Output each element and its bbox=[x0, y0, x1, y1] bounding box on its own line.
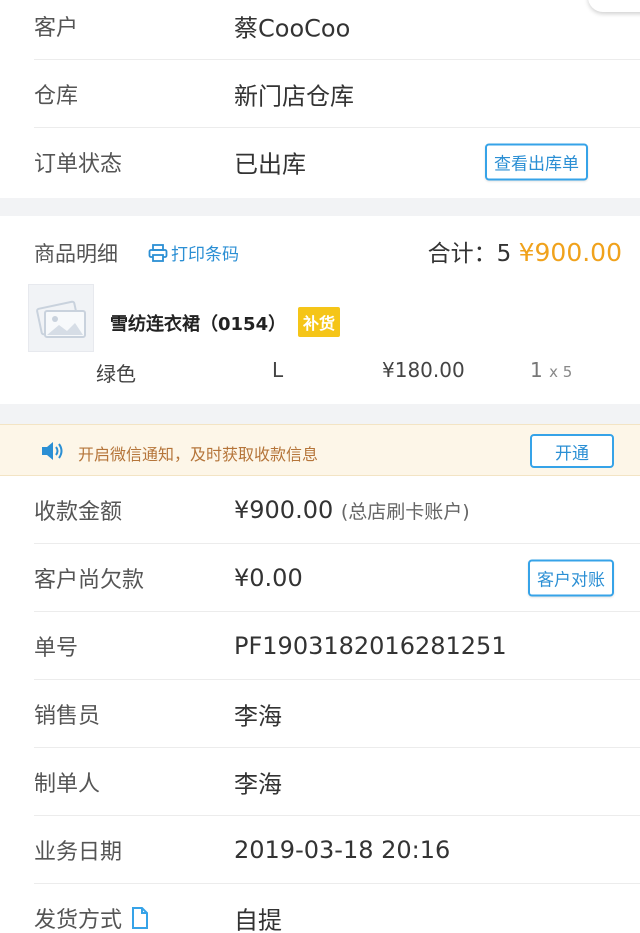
creator-label: 制单人 bbox=[34, 771, 101, 797]
view-delivery-button[interactable]: 查看出库单 bbox=[485, 143, 588, 181]
order-number-label: 单号 bbox=[34, 635, 79, 661]
shipping-row[interactable]: 发货方式 自提 bbox=[34, 884, 640, 933]
total-prefix: 合计：5 bbox=[427, 241, 512, 267]
goods-total: 合计：5 ¥900.00 bbox=[428, 234, 622, 268]
document-icon[interactable] bbox=[131, 906, 149, 930]
print-barcode-label: 打印条码 bbox=[171, 245, 239, 265]
sku-multiplier: x 5 bbox=[549, 363, 573, 381]
speaker-icon bbox=[42, 442, 63, 460]
status-value: 已出库 bbox=[234, 150, 306, 179]
customer-label: 客户 bbox=[34, 15, 79, 41]
amount-label: 收款金额 bbox=[34, 499, 123, 525]
debt-row: 客户尚欠款 ¥0.00 客户对账 bbox=[34, 544, 640, 612]
enable-notification-button[interactable]: 开通 bbox=[530, 434, 614, 468]
creator-row: 制单人 李海 bbox=[34, 748, 640, 816]
warehouse-row: 仓库 新门店仓库 bbox=[34, 60, 640, 128]
amount-account: (总店刷卡账户) bbox=[340, 500, 470, 523]
shipping-label: 发货方式 bbox=[34, 902, 149, 933]
amount-number: ¥900.00 bbox=[234, 495, 334, 524]
image-placeholder-icon bbox=[36, 300, 86, 338]
sku-quantity: 1 x 5 bbox=[530, 358, 572, 382]
sku-color: 绿色 bbox=[96, 362, 136, 386]
warehouse-label: 仓库 bbox=[34, 83, 79, 109]
creator-value: 李海 bbox=[234, 770, 282, 798]
date-value: 2019-03-18 20:16 bbox=[234, 835, 451, 864]
status-row: 订单状态 已出库 查看出库单 bbox=[34, 128, 640, 196]
customer-row: 客户 蔡CooCoo bbox=[34, 0, 640, 60]
sku-size: L bbox=[272, 358, 284, 382]
salesperson-label: 销售员 bbox=[34, 703, 101, 729]
goods-card: 商品明细 打印条码 合计：5 ¥900.00 雪纺连衣裙（0154） 补货 绿色… bbox=[0, 216, 640, 404]
goods-header: 商品明细 打印条码 合计：5 ¥900.00 bbox=[34, 216, 622, 284]
order-number-value: PF1903182016281251 bbox=[234, 631, 507, 660]
salesperson-row: 销售员 李海 bbox=[34, 680, 640, 748]
wechat-notice-bar: 开启微信通知，及时获取收款信息 开通 bbox=[0, 424, 640, 476]
date-row: 业务日期 2019-03-18 20:16 bbox=[34, 816, 640, 884]
debt-label: 客户尚欠款 bbox=[34, 567, 145, 593]
product-thumbnail[interactable] bbox=[28, 284, 94, 352]
sku-qty-value: 1 bbox=[530, 358, 543, 382]
restock-badge: 补货 bbox=[298, 307, 341, 337]
customer-value: 蔡CooCoo bbox=[234, 14, 351, 42]
shipping-value: 自提 bbox=[234, 906, 282, 933]
order-number-row: 单号 PF1903182016281251 bbox=[34, 612, 640, 680]
goods-title: 商品明细 bbox=[34, 242, 118, 266]
shipping-label-text: 发货方式 bbox=[34, 908, 123, 933]
amount-value: ¥900.00 (总店刷卡账户) bbox=[234, 496, 470, 524]
print-barcode-link[interactable]: 打印条码 bbox=[148, 240, 239, 265]
amount-row: 收款金额 ¥900.00 (总店刷卡账户) bbox=[34, 476, 640, 544]
debt-value: ¥0.00 bbox=[234, 563, 303, 592]
product-name: 雪纺连衣裙（0154） bbox=[110, 314, 287, 335]
warehouse-value: 新门店仓库 bbox=[234, 82, 354, 110]
sku-price: ¥180.00 bbox=[382, 358, 465, 382]
status-label: 订单状态 bbox=[34, 152, 123, 177]
total-amount: ¥900.00 bbox=[518, 238, 622, 267]
details-card: 收款金额 ¥900.00 (总店刷卡账户) 客户尚欠款 ¥0.00 客户对账 单… bbox=[0, 476, 640, 933]
order-summary-card: 客户 蔡CooCoo 仓库 新门店仓库 订单状态 已出库 查看出库单 bbox=[0, 0, 640, 198]
customer-reconcile-button[interactable]: 客户对账 bbox=[528, 559, 614, 596]
date-label: 业务日期 bbox=[34, 839, 123, 865]
notice-text: 开启微信通知，及时获取收款信息 bbox=[78, 445, 319, 464]
print-icon bbox=[148, 243, 168, 262]
salesperson-value: 李海 bbox=[234, 702, 282, 730]
